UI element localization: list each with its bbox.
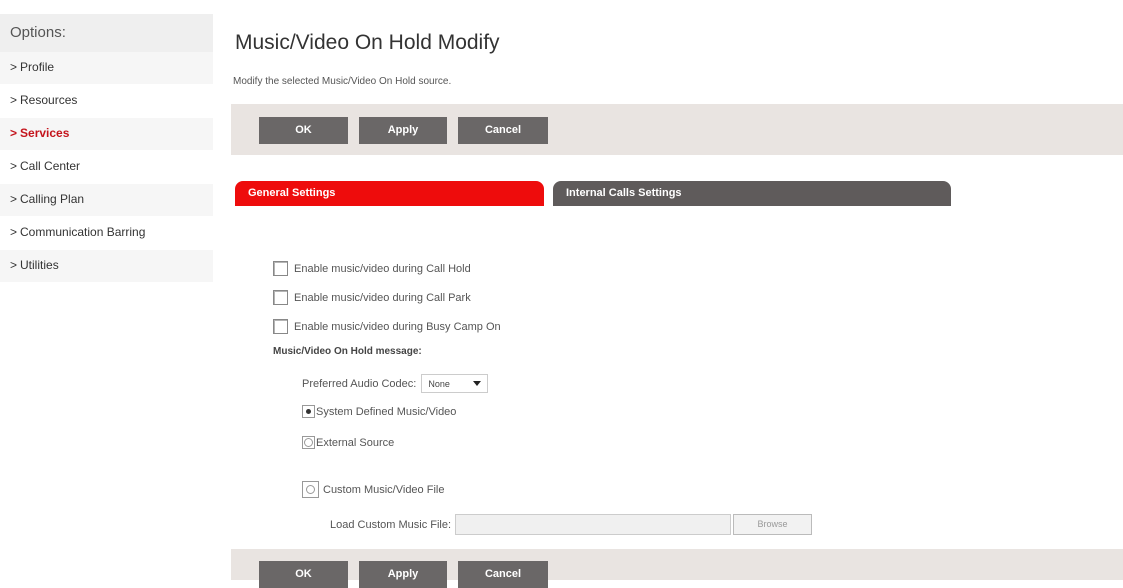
sidebar-item-label: Utilities [20,258,59,272]
custom-file-row: Custom Music/Video File [302,481,444,498]
call-park-checkbox[interactable] [273,290,288,305]
cancel-button-bottom[interactable]: Cancel [458,561,548,588]
sidebar-item-label: Services [20,126,70,140]
sidebar-item-label: Communication Barring [20,225,146,239]
chevron-right-icon: > [10,192,18,206]
tab-general-settings[interactable]: General Settings [235,181,544,206]
external-source-label: External Source [316,436,395,449]
load-file-label: Load Custom Music File: [330,518,452,531]
tab-internal-calls-settings[interactable]: Internal Calls Settings [553,181,951,206]
system-defined-label: System Defined Music/Video [316,405,457,418]
chevron-right-icon: > [10,225,18,239]
custom-file-radio[interactable] [302,481,319,498]
sidebar-item-label: Profile [20,60,55,74]
sidebar-item-services[interactable]: > Services [0,118,213,151]
sidebar-item-calling-plan[interactable]: > Calling Plan [0,184,213,217]
chevron-right-icon: > [10,93,18,107]
sidebar-item-profile[interactable]: > Profile [0,52,213,85]
ok-button-bottom[interactable]: OK [259,561,348,588]
call-hold-row: Enable music/video during Call Hold [273,261,471,276]
custom-music-file-input[interactable] [455,514,732,535]
sidebar-item-resources[interactable]: > Resources [0,85,213,118]
codec-row: Preferred Audio Codec: None [302,374,489,393]
chevron-right-icon: > [10,258,18,272]
codec-select[interactable]: None [421,374,489,393]
ok-button[interactable]: OK [259,117,348,144]
browse-button[interactable]: Browse [733,514,813,535]
call-hold-label: Enable music/video during Call Hold [294,262,471,275]
system-defined-radio[interactable] [302,405,315,418]
call-park-label: Enable music/video during Call Park [294,291,471,304]
page-subtitle: Modify the selected Music/Video On Hold … [233,76,452,87]
chevron-right-icon: > [10,159,18,173]
sidebar-item-label: Calling Plan [20,192,85,206]
chevron-right-icon: > [10,126,18,140]
load-file-row: Load Custom Music File: Browse [330,514,813,535]
bottom-toolbar: OK Apply Cancel [231,549,1123,588]
system-defined-row: System Defined Music/Video [302,405,456,418]
busy-camp-checkbox[interactable] [273,319,288,334]
custom-file-label: Custom Music/Video File [323,483,445,496]
sidebar-item-label: Call Center [20,159,81,173]
external-source-row: External Source [302,436,394,449]
radio-unselected-icon [304,438,313,447]
apply-button[interactable]: Apply [359,117,447,144]
message-heading: Music/Video On Hold message: [273,346,422,357]
sidebar-item-label: Resources [20,93,78,107]
call-hold-checkbox[interactable] [273,261,288,276]
sidebar-item-communication-barring[interactable]: > Communication Barring [0,217,213,250]
radio-unselected-icon [306,485,315,494]
codec-value: None [428,378,450,389]
call-park-row: Enable music/video during Call Park [273,290,471,305]
cancel-button[interactable]: Cancel [458,117,548,144]
page-title: Music/Video On Hold Modify [235,31,500,54]
sidebar-item-call-center[interactable]: > Call Center [0,151,213,184]
chevron-right-icon: > [10,60,18,74]
radio-selected-icon [306,409,311,414]
external-source-radio[interactable] [302,436,315,449]
options-sidebar: Options: > Profile > Resources > Services >… [0,14,213,283]
busy-camp-row: Enable music/video during Busy Camp On [273,319,501,334]
top-toolbar: OK Apply Cancel [231,104,1123,155]
options-heading: Options: [0,14,213,52]
chevron-down-icon [473,381,482,386]
apply-button-bottom[interactable]: Apply [359,561,447,588]
busy-camp-label: Enable music/video during Busy Camp On [294,320,501,333]
sidebar-item-utilities[interactable]: > Utilities [0,250,213,283]
codec-label: Preferred Audio Codec: [302,377,417,390]
